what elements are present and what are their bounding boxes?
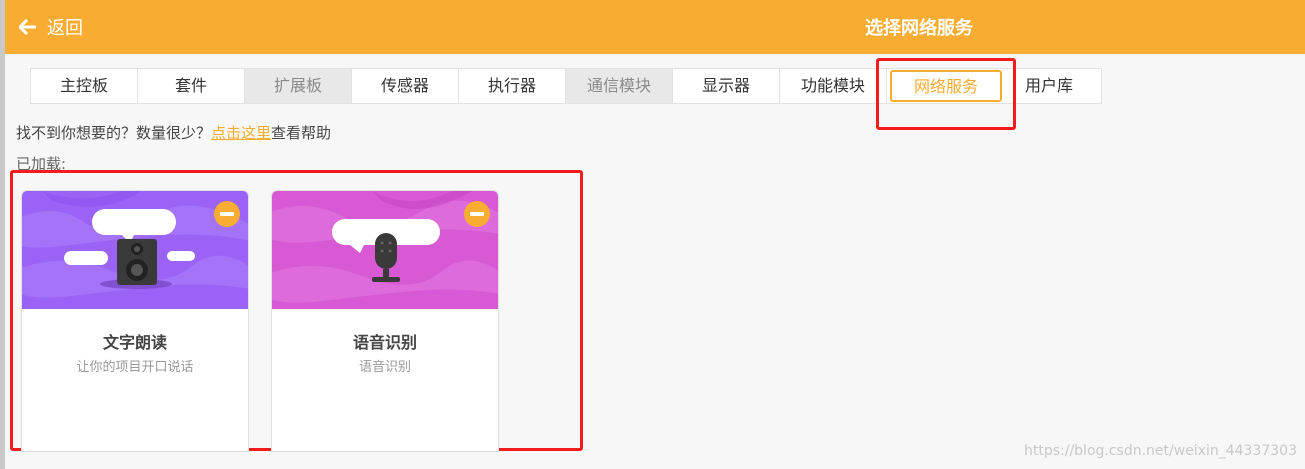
back-button[interactable]: 返回 xyxy=(19,13,83,41)
tab-network-service[interactable]: 网络服务 xyxy=(887,69,1002,103)
tab-communication-module[interactable]: 通信模块 xyxy=(566,69,673,103)
tab-kit[interactable]: 套件 xyxy=(138,69,245,103)
window-edge xyxy=(0,0,5,469)
remove-extension-button[interactable] xyxy=(464,201,490,227)
card-description: 语音识别 xyxy=(358,360,411,375)
card-title: 文字朗读 xyxy=(102,333,167,352)
help-text: 找不到你想要的？数量很少？点击这里查看帮助 xyxy=(16,122,331,143)
tab-sensor[interactable]: 传感器 xyxy=(352,69,459,103)
tab-actuator[interactable]: 执行器 xyxy=(459,69,566,103)
card-image xyxy=(22,191,248,309)
card-description: 让你的项目开口说话 xyxy=(76,360,194,375)
tab-display[interactable]: 显示器 xyxy=(673,69,780,103)
tab-expansion-board[interactable]: 扩展板 xyxy=(245,69,352,103)
category-tabs: 主控板 套件 扩展板 传感器 执行器 通信模块 显示器 功能模块 网络服务 用户… xyxy=(30,68,1102,104)
card-image xyxy=(272,191,498,309)
tab-main-board[interactable]: 主控板 xyxy=(31,69,138,103)
loaded-label: 已加载: xyxy=(16,155,67,173)
tab-function-module[interactable]: 功能模块 xyxy=(780,69,887,103)
top-bar: 返回 选择网络服务 xyxy=(5,0,1305,54)
tab-user-library[interactable]: 用户库 xyxy=(997,69,1101,103)
extension-card-speech-recognition[interactable]: 语音识别 语音识别 xyxy=(271,190,499,452)
back-arrow-icon xyxy=(19,19,36,35)
card-title: 语音识别 xyxy=(352,333,417,352)
watermark: https://blog.csdn.net/weixin_44337303 xyxy=(1023,443,1297,459)
tab-network-service-label: 网络服务 xyxy=(890,70,1002,102)
help-prefix: 找不到你想要的？数量很少？ xyxy=(16,124,212,142)
remove-extension-button[interactable] xyxy=(214,201,240,227)
back-label: 返回 xyxy=(47,18,83,39)
page-title: 选择网络服务 xyxy=(865,18,973,39)
help-link[interactable]: 点击这里 xyxy=(211,124,271,142)
help-suffix: 查看帮助 xyxy=(271,124,332,142)
extension-card-text-to-speech[interactable]: 文字朗读 让你的项目开口说话 xyxy=(21,190,249,452)
